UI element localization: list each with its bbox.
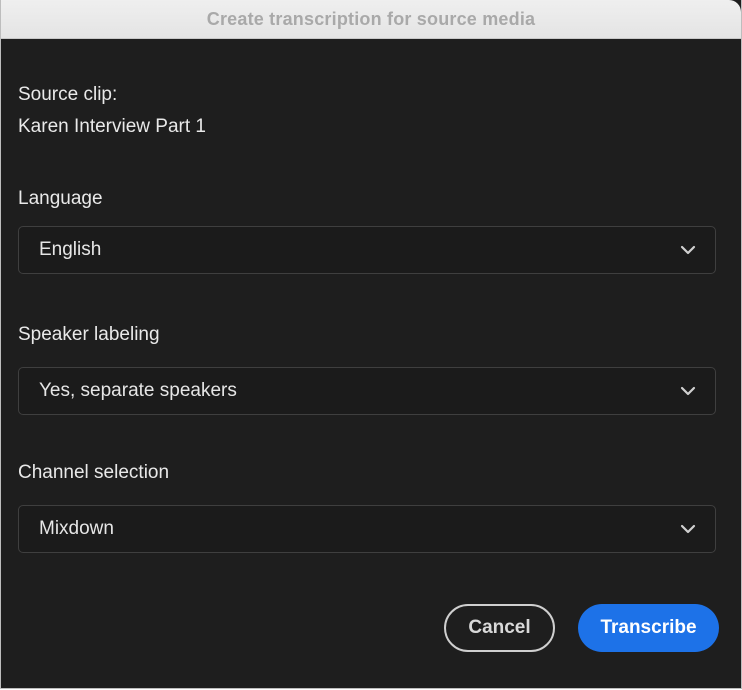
speaker-labeling-label: Speaker labeling — [18, 324, 160, 345]
language-label: Language — [18, 188, 103, 209]
chevron-down-icon — [679, 241, 697, 259]
chevron-down-icon — [679, 382, 697, 400]
speaker-labeling-selected-value: Yes, separate speakers — [39, 380, 237, 401]
dialog-title: Create transcription for source media — [206, 8, 536, 29]
chevron-down-icon — [679, 520, 697, 538]
channel-selection-label: Channel selection — [18, 462, 170, 483]
dialog-titlebar[interactable]: Create transcription for source media — [1, 0, 741, 39]
language-selected-value: English — [39, 239, 102, 260]
language-select[interactable]: English — [18, 226, 716, 274]
transcribe-button[interactable]: Transcribe — [578, 604, 719, 652]
speaker-labeling-select[interactable]: Yes, separate speakers — [18, 367, 716, 415]
source-clip-value: Karen Interview Part 1 — [18, 116, 206, 137]
channel-selection-select[interactable]: Mixdown — [18, 505, 716, 553]
transcription-dialog: Create transcription for source media So… — [0, 0, 742, 689]
channel-selection-selected-value: Mixdown — [39, 518, 114, 539]
cancel-button[interactable]: Cancel — [444, 604, 555, 652]
source-clip-label: Source clip: — [18, 84, 118, 105]
